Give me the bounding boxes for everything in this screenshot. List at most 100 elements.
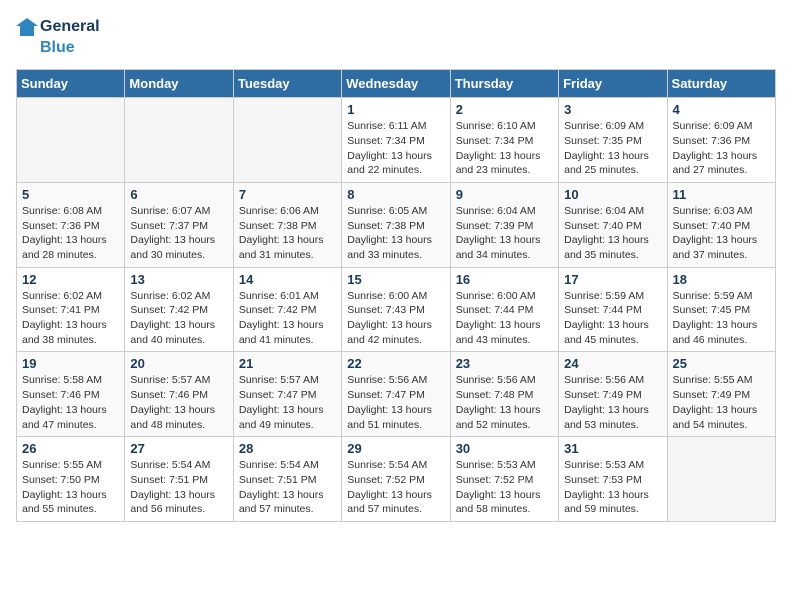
calendar-cell: 19 Sunrise: 5:58 AM Sunset: 7:46 PM Dayli… [17, 352, 125, 437]
calendar-cell: 28 Sunrise: 5:54 AM Sunset: 7:51 PM Dayli… [233, 437, 341, 522]
day-info: Sunrise: 5:56 AM Sunset: 7:47 PM Dayligh… [347, 373, 444, 432]
day-number: 26 [22, 441, 119, 456]
day-info: Sunrise: 6:04 AM Sunset: 7:40 PM Dayligh… [564, 204, 661, 263]
calendar-cell [233, 98, 341, 183]
day-number: 22 [347, 356, 444, 371]
weekday-header-wednesday: Wednesday [342, 70, 450, 98]
logo: General Blue [16, 16, 100, 57]
day-number: 13 [130, 272, 227, 287]
logo-text-general: General [40, 17, 100, 36]
weekday-header-saturday: Saturday [667, 70, 775, 98]
calendar-cell [667, 437, 775, 522]
calendar-cell: 10 Sunrise: 6:04 AM Sunset: 7:40 PM Dayli… [559, 182, 667, 267]
calendar-cell: 22 Sunrise: 5:56 AM Sunset: 7:47 PM Dayli… [342, 352, 450, 437]
day-info: Sunrise: 5:54 AM Sunset: 7:51 PM Dayligh… [239, 458, 336, 517]
day-number: 29 [347, 441, 444, 456]
day-info: Sunrise: 6:02 AM Sunset: 7:41 PM Dayligh… [22, 289, 119, 348]
day-info: Sunrise: 5:59 AM Sunset: 7:45 PM Dayligh… [673, 289, 770, 348]
day-info: Sunrise: 6:09 AM Sunset: 7:36 PM Dayligh… [673, 119, 770, 178]
calendar-cell: 21 Sunrise: 5:57 AM Sunset: 7:47 PM Dayli… [233, 352, 341, 437]
calendar-cell: 31 Sunrise: 5:53 AM Sunset: 7:53 PM Dayli… [559, 437, 667, 522]
calendar-cell: 8 Sunrise: 6:05 AM Sunset: 7:38 PM Daylig… [342, 182, 450, 267]
day-number: 5 [22, 187, 119, 202]
calendar-cell: 3 Sunrise: 6:09 AM Sunset: 7:35 PM Daylig… [559, 98, 667, 183]
day-number: 25 [673, 356, 770, 371]
week-row-1: 1 Sunrise: 6:11 AM Sunset: 7:34 PM Daylig… [17, 98, 776, 183]
page-header: General Blue [16, 16, 776, 57]
day-number: 10 [564, 187, 661, 202]
day-info: Sunrise: 6:09 AM Sunset: 7:35 PM Dayligh… [564, 119, 661, 178]
day-number: 28 [239, 441, 336, 456]
day-info: Sunrise: 6:02 AM Sunset: 7:42 PM Dayligh… [130, 289, 227, 348]
day-number: 3 [564, 102, 661, 117]
day-number: 8 [347, 187, 444, 202]
day-info: Sunrise: 5:57 AM Sunset: 7:47 PM Dayligh… [239, 373, 336, 432]
weekday-header-row: SundayMondayTuesdayWednesdayThursdayFrid… [17, 70, 776, 98]
calendar-cell: 11 Sunrise: 6:03 AM Sunset: 7:40 PM Dayli… [667, 182, 775, 267]
day-info: Sunrise: 6:00 AM Sunset: 7:44 PM Dayligh… [456, 289, 553, 348]
week-row-3: 12 Sunrise: 6:02 AM Sunset: 7:41 PM Dayli… [17, 267, 776, 352]
day-number: 20 [130, 356, 227, 371]
week-row-4: 19 Sunrise: 5:58 AM Sunset: 7:46 PM Dayli… [17, 352, 776, 437]
day-info: Sunrise: 5:59 AM Sunset: 7:44 PM Dayligh… [564, 289, 661, 348]
day-number: 11 [673, 187, 770, 202]
day-info: Sunrise: 5:55 AM Sunset: 7:50 PM Dayligh… [22, 458, 119, 517]
day-number: 17 [564, 272, 661, 287]
calendar-cell: 12 Sunrise: 6:02 AM Sunset: 7:41 PM Dayli… [17, 267, 125, 352]
day-number: 19 [22, 356, 119, 371]
day-info: Sunrise: 6:00 AM Sunset: 7:43 PM Dayligh… [347, 289, 444, 348]
day-number: 21 [239, 356, 336, 371]
day-info: Sunrise: 6:07 AM Sunset: 7:37 PM Dayligh… [130, 204, 227, 263]
calendar-cell: 16 Sunrise: 6:00 AM Sunset: 7:44 PM Dayli… [450, 267, 558, 352]
day-number: 31 [564, 441, 661, 456]
day-info: Sunrise: 5:53 AM Sunset: 7:53 PM Dayligh… [564, 458, 661, 517]
calendar-cell: 4 Sunrise: 6:09 AM Sunset: 7:36 PM Daylig… [667, 98, 775, 183]
week-row-5: 26 Sunrise: 5:55 AM Sunset: 7:50 PM Dayli… [17, 437, 776, 522]
calendar-cell: 17 Sunrise: 5:59 AM Sunset: 7:44 PM Dayli… [559, 267, 667, 352]
calendar-cell: 15 Sunrise: 6:00 AM Sunset: 7:43 PM Dayli… [342, 267, 450, 352]
day-info: Sunrise: 5:53 AM Sunset: 7:52 PM Dayligh… [456, 458, 553, 517]
logo-text-blue: Blue [40, 38, 100, 57]
calendar-cell: 9 Sunrise: 6:04 AM Sunset: 7:39 PM Daylig… [450, 182, 558, 267]
day-info: Sunrise: 6:06 AM Sunset: 7:38 PM Dayligh… [239, 204, 336, 263]
weekday-header-monday: Monday [125, 70, 233, 98]
day-info: Sunrise: 6:04 AM Sunset: 7:39 PM Dayligh… [456, 204, 553, 263]
calendar-cell: 7 Sunrise: 6:06 AM Sunset: 7:38 PM Daylig… [233, 182, 341, 267]
calendar-cell: 27 Sunrise: 5:54 AM Sunset: 7:51 PM Dayli… [125, 437, 233, 522]
calendar-cell: 25 Sunrise: 5:55 AM Sunset: 7:49 PM Dayli… [667, 352, 775, 437]
day-number: 1 [347, 102, 444, 117]
day-info: Sunrise: 5:56 AM Sunset: 7:48 PM Dayligh… [456, 373, 553, 432]
calendar-cell: 1 Sunrise: 6:11 AM Sunset: 7:34 PM Daylig… [342, 98, 450, 183]
calendar-cell: 24 Sunrise: 5:56 AM Sunset: 7:49 PM Dayli… [559, 352, 667, 437]
day-number: 23 [456, 356, 553, 371]
calendar-table: SundayMondayTuesdayWednesdayThursdayFrid… [16, 69, 776, 522]
day-number: 24 [564, 356, 661, 371]
day-info: Sunrise: 5:54 AM Sunset: 7:51 PM Dayligh… [130, 458, 227, 517]
calendar-cell: 6Sunrise: 6:07 AM Sunset: 7:37 PM Daylig… [125, 182, 233, 267]
day-number: 18 [673, 272, 770, 287]
day-number: 15 [347, 272, 444, 287]
day-info: Sunrise: 6:03 AM Sunset: 7:40 PM Dayligh… [673, 204, 770, 263]
weekday-header-tuesday: Tuesday [233, 70, 341, 98]
day-number: 12 [22, 272, 119, 287]
calendar-cell: 20Sunrise: 5:57 AM Sunset: 7:46 PM Dayli… [125, 352, 233, 437]
day-info: Sunrise: 6:11 AM Sunset: 7:34 PM Dayligh… [347, 119, 444, 178]
day-number: 16 [456, 272, 553, 287]
day-number: 30 [456, 441, 553, 456]
day-number: 4 [673, 102, 770, 117]
week-row-2: 5Sunrise: 6:08 AM Sunset: 7:36 PM Daylig… [17, 182, 776, 267]
day-number: 2 [456, 102, 553, 117]
day-info: Sunrise: 5:58 AM Sunset: 7:46 PM Dayligh… [22, 373, 119, 432]
weekday-header-friday: Friday [559, 70, 667, 98]
day-number: 27 [130, 441, 227, 456]
calendar-cell: 23 Sunrise: 5:56 AM Sunset: 7:48 PM Dayli… [450, 352, 558, 437]
day-info: Sunrise: 5:55 AM Sunset: 7:49 PM Dayligh… [673, 373, 770, 432]
day-info: Sunrise: 5:56 AM Sunset: 7:49 PM Dayligh… [564, 373, 661, 432]
day-number: 9 [456, 187, 553, 202]
day-number: 14 [239, 272, 336, 287]
weekday-header-sunday: Sunday [17, 70, 125, 98]
day-info: Sunrise: 5:54 AM Sunset: 7:52 PM Dayligh… [347, 458, 444, 517]
calendar-cell [17, 98, 125, 183]
day-number: 7 [239, 187, 336, 202]
day-info: Sunrise: 6:05 AM Sunset: 7:38 PM Dayligh… [347, 204, 444, 263]
